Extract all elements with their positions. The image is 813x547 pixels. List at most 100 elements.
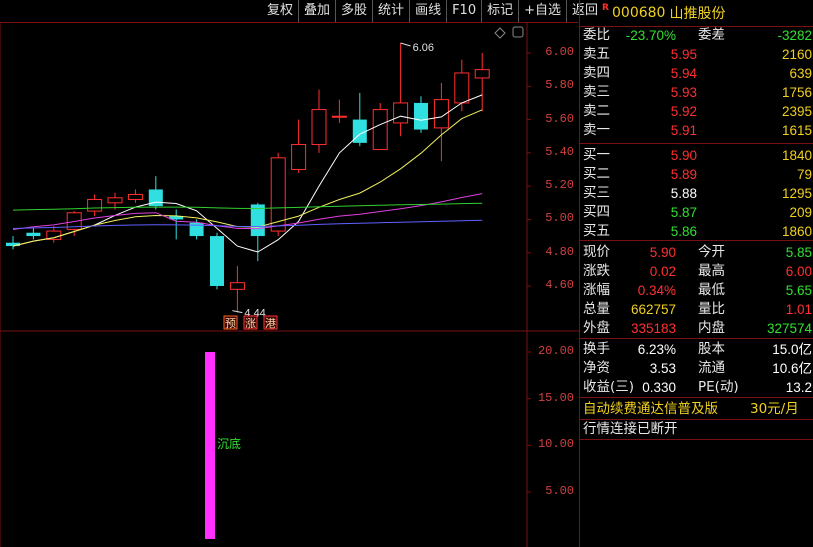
candle-down (352, 119, 367, 143)
quote-label: 卖四 (583, 65, 610, 81)
stock-header[interactable]: R 000680 山推股份 (580, 0, 813, 26)
quote-value-secondary: 2160 (781, 47, 812, 62)
quote-value: 5.88 (670, 186, 697, 201)
quote-value-secondary: 1840 (781, 148, 812, 163)
quote-label: 涨幅 (583, 282, 610, 298)
quote-row: 买五 5.86 1860 (580, 222, 813, 241)
candle-up (107, 197, 123, 204)
quote-value-secondary: 1756 (781, 85, 812, 100)
quote-value: 5.92 (670, 104, 697, 119)
quote-label: 买一 (583, 147, 610, 163)
quote-label-secondary: PE(动) (698, 379, 739, 395)
quote-row: 委比 -23.70% 委差 -3282 (580, 26, 813, 45)
settings-icon[interactable] (512, 26, 524, 38)
indicator-axis-label: 20.00 (537, 344, 574, 358)
quote-row: 买三 5.88 1295 (580, 184, 813, 203)
quote-label: 委比 (583, 27, 610, 43)
quote-label: 现价 (583, 244, 610, 260)
price-axis-label: 6.00 (545, 45, 574, 59)
quote-value-secondary: 79 (796, 167, 812, 182)
quote-label-secondary: 委差 (698, 27, 725, 43)
quote-value: 5.90 (670, 148, 697, 163)
price-axis-label: 5.80 (545, 78, 574, 93)
quote-label-secondary: 股本 (698, 341, 725, 357)
quote-value-secondary: 5.85 (785, 245, 812, 260)
quote-label: 买二 (583, 166, 610, 182)
quote-label: 买五 (583, 223, 610, 239)
quote-value-secondary: 13.2 (785, 380, 812, 395)
connection-status-text: 行情连接已断开 (583, 421, 678, 437)
quote-label: 换手 (583, 341, 610, 357)
candle-down (26, 232, 41, 237)
candle-up (311, 109, 327, 146)
quote-row: 涨幅 0.34% 最低 5.65 (580, 281, 813, 300)
quote-value: 335183 (630, 321, 676, 336)
quote-value: 5.91 (670, 123, 697, 138)
quote-value: 5.95 (670, 47, 697, 62)
candle-up (474, 69, 490, 79)
quote-value: 5.89 (670, 167, 697, 182)
stock-name: 山推股份 (669, 6, 726, 22)
quote-label: 收益(三) (583, 379, 635, 395)
quote-value: 3.53 (649, 361, 676, 376)
quote-label: 外盘 (583, 320, 610, 336)
quote-value: 5.86 (670, 224, 697, 239)
high-marker-arrow (400, 42, 411, 47)
quote-row: 现价 5.90 今开 5.85 (580, 243, 813, 262)
indicator-axis-label: 5.00 (545, 484, 574, 498)
promo-text[interactable]: 自动续费通达信普及版 (583, 400, 718, 419)
quote-row: 买四 5.87 209 (580, 203, 813, 222)
promo-banner[interactable]: 自动续费通达信普及版 30元/月 (580, 400, 813, 419)
quote-label: 买三 (583, 185, 610, 201)
quote-value-secondary: 15.0亿 (772, 342, 812, 357)
quote-row: 卖二 5.92 2395 (580, 102, 813, 121)
quote-label-secondary: 量比 (698, 301, 725, 317)
quote-value: 5.93 (670, 85, 697, 100)
quote-row: 买二 5.89 79 (580, 165, 813, 184)
candle-down (210, 236, 224, 286)
quote-value: 5.87 (670, 205, 697, 220)
quote-label: 涨跌 (583, 263, 610, 279)
indicator-signal-label: 沉底 (217, 436, 241, 451)
diamond-icon[interactable] (494, 27, 506, 39)
indicator-axis-label: 10.00 (537, 437, 574, 452)
quote-label-secondary: 流通 (698, 360, 725, 376)
quote-value: 662757 (630, 302, 676, 317)
signal-tag-2: 港 (265, 317, 276, 330)
quote-label-secondary: 内盘 (698, 320, 725, 336)
quote-row: 卖三 5.93 1756 (580, 83, 813, 102)
quote-value: 6.23% (637, 342, 676, 357)
quote-value-secondary: -3282 (777, 28, 812, 43)
quote-value-secondary: 1.01 (785, 302, 812, 317)
candle-down (250, 204, 265, 237)
signal-tag-1: 涨 (245, 317, 256, 330)
quote-value-secondary: 1615 (781, 123, 812, 138)
candle-up (331, 115, 347, 118)
quote-value: 5.94 (670, 66, 697, 81)
price-axis-label: 5.20 (545, 178, 574, 193)
panel-divider (580, 143, 813, 144)
quote-row: 收益(三) 0.330 PE(动) 13.2 (580, 378, 813, 397)
quote-label-secondary: 最高 (698, 263, 725, 279)
connection-status: 行情连接已断开 (580, 420, 813, 439)
promo-price[interactable]: 30元/月 (750, 400, 799, 419)
ma10-line (12, 109, 483, 247)
price-axis-label: 5.60 (545, 111, 574, 126)
quote-label: 卖五 (583, 46, 610, 62)
panel-divider (580, 338, 813, 339)
quote-label-secondary: 最低 (698, 282, 725, 298)
quote-row: 净资 3.53 流通 10.6亿 (580, 359, 813, 378)
quote-panel: R 000680 山推股份 委比 -23.70% 委差 -3282 卖五 5.95 2160… (579, 0, 813, 547)
quote-value-secondary: 639 (789, 66, 812, 81)
quote-row: 卖五 5.95 2160 (580, 45, 813, 64)
quote-value: 0.330 (642, 380, 676, 395)
quote-label: 卖二 (583, 103, 610, 119)
kline-chart[interactable]: 6.064.44预涨港沉底 (0, 0, 579, 547)
quote-value-secondary: 327574 (766, 321, 812, 336)
candle-up (127, 193, 143, 200)
quote-value-secondary: 2395 (781, 104, 812, 119)
quote-row: 买一 5.90 1840 (580, 146, 813, 165)
quote-value-secondary: 5.65 (785, 283, 812, 298)
quote-row: 卖一 5.91 1615 (580, 121, 813, 140)
indicator-axis-label: 15.00 (537, 390, 574, 405)
